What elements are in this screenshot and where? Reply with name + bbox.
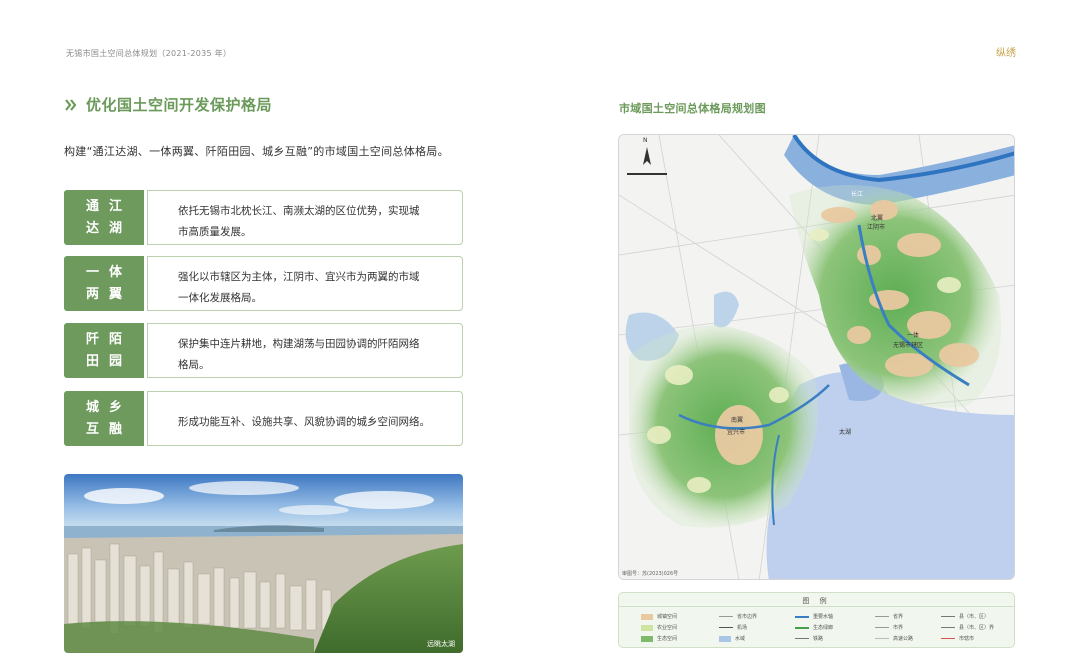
map-label-south-city: 宜兴市 (727, 429, 746, 436)
card-body: 依托无锡市北枕长江、南濒太湖的区位优势，实现城 市高质量发展。 (147, 190, 463, 245)
cityscape-illustration (64, 474, 463, 653)
document-header: 无锡市国土空间总体规划（2021-2035 年） (66, 49, 232, 58)
legend-item: 县（市、区）界 (941, 624, 994, 631)
lake-city-photo: 远眺太湖 (64, 474, 463, 653)
legend-item: 水域 (719, 635, 745, 642)
strategy-card: 一体 两翼 强化以市辖区为主体，江阴市、宜兴市为两翼的市域 一体化发展格局。 (64, 256, 463, 311)
legend-item: 生态空间 (641, 635, 677, 642)
card-body: 形成功能互补、设施共享、风貌协调的城乡空间网络。 (147, 391, 463, 446)
legend-item: 农业空间 (641, 624, 677, 631)
publisher-logo: 纵绣 (996, 48, 1016, 59)
map-legend: 图 例 城镇空间 农业空间 生态空间 省市边界 机场 水域 重要水轴 生态绿廊 … (618, 592, 1015, 648)
card-body: 强化以市辖区为主体，江阴市、宜兴市为两翼的市域 一体化发展格局。 (147, 256, 463, 311)
north-arrow-label: N (643, 137, 648, 144)
map-label-lake: 太湖 (839, 429, 852, 436)
legend-item: 高速公路 (875, 635, 913, 642)
map-label-north-city: 江阴市 (867, 224, 886, 231)
map-title: 市域国土空间总体格局规划图 (619, 102, 766, 115)
section-title: 优化国土空间开发保护格局 (86, 96, 273, 114)
map-approval-note: 审图号：苏(2023)026号 (622, 571, 679, 577)
map-label-river: 长江 (851, 191, 864, 198)
card-tag: 一体 两翼 (64, 256, 144, 311)
legend-item: 省界 (875, 613, 903, 620)
map-illustration (619, 135, 1014, 579)
legend-item: 省市边界 (719, 613, 757, 620)
legend-divider (619, 606, 1014, 607)
intro-text: 构建“通江达湖、一体两翼、阡陌田园、城乡互融”的市域国土空间总体格局。 (64, 145, 449, 158)
map-label-south-wing: 南翼 (731, 417, 744, 424)
card-tag: 城乡 互融 (64, 391, 144, 446)
legend-item: 生态绿廊 (795, 624, 833, 631)
planning-map: N 长江 北翼 江阴市 一体 无锡市辖区 南翼 宜兴市 太湖 审图号：苏(202… (618, 134, 1015, 580)
card-tag: 阡陌 田园 (64, 323, 144, 378)
legend-item: 市辖市 (941, 635, 974, 642)
strategy-card: 阡陌 田园 保护集中连片耕地，构建湖荡与田园协调的阡陌网络 格局。 (64, 323, 463, 378)
legend-item: 县（市、区） (941, 613, 989, 620)
strategy-card: 城乡 互融 形成功能互补、设施共享、风貌协调的城乡空间网络。 (64, 391, 463, 446)
photo-caption: 远眺太湖 (427, 640, 455, 648)
legend-title: 图 例 (802, 597, 831, 605)
map-label-center-district: 无锡市辖区 (893, 342, 924, 349)
card-tag: 通江 达湖 (64, 190, 144, 245)
legend-item: 城镇空间 (641, 613, 677, 620)
strategy-card: 通江 达湖 依托无锡市北枕长江、南濒太湖的区位优势，实现城 市高质量发展。 (64, 190, 463, 245)
legend-item: 重要水轴 (795, 613, 833, 620)
map-label-center: 一体 (907, 332, 920, 339)
double-chevron-right-icon (65, 98, 77, 111)
section-heading: 优化国土空间开发保护格局 (64, 94, 272, 115)
map-label-north-wing: 北翼 (871, 215, 884, 222)
legend-item: 机场 (719, 624, 747, 631)
legend-item: 铁路 (795, 635, 823, 642)
card-body: 保护集中连片耕地，构建湖荡与田园协调的阡陌网络 格局。 (147, 323, 463, 378)
legend-item: 市界 (875, 624, 903, 631)
